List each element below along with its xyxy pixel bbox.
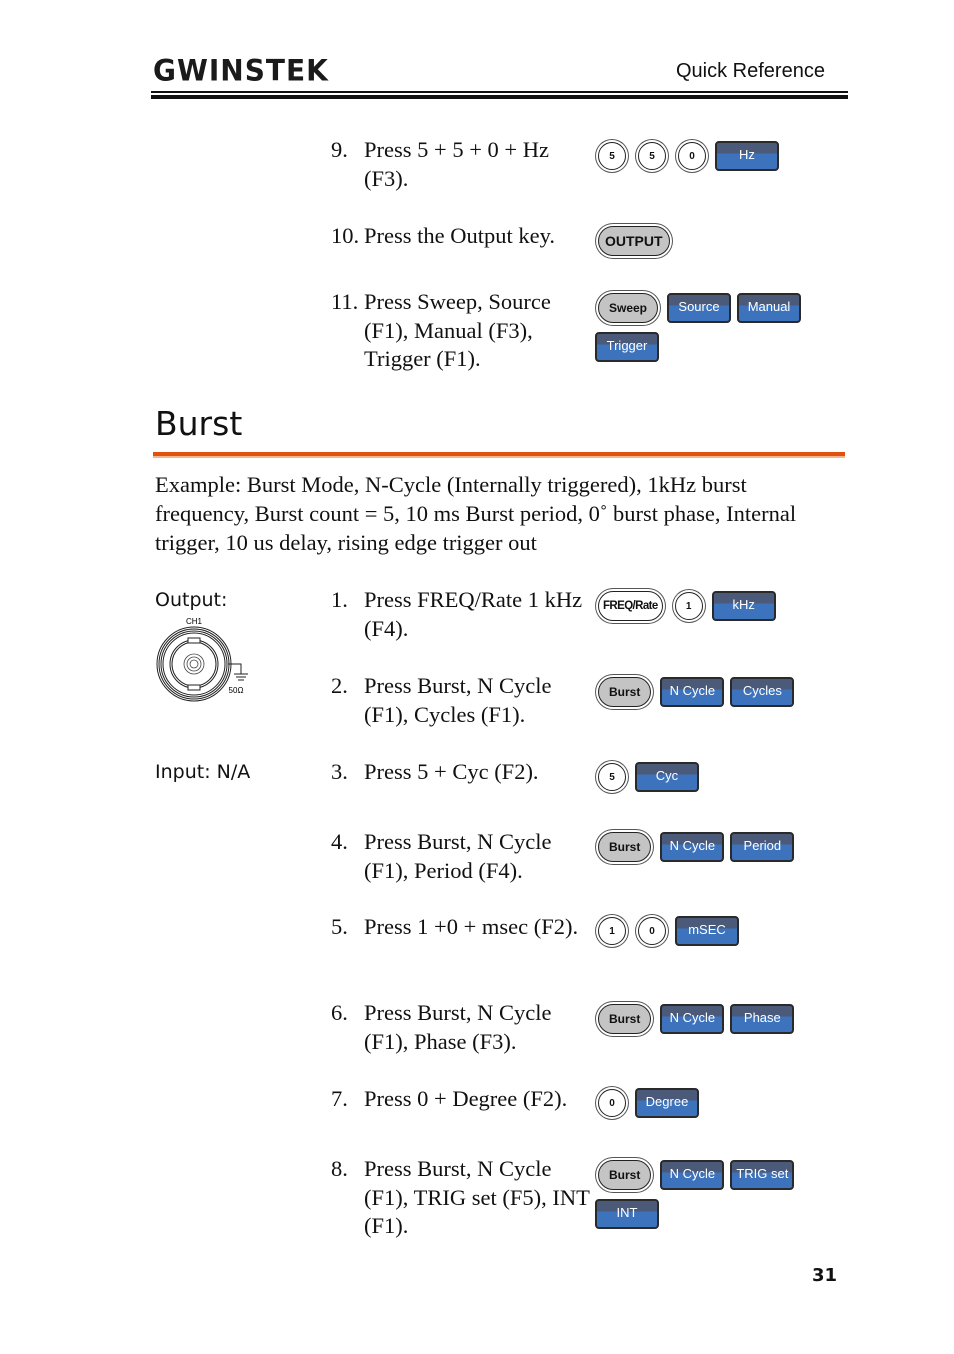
step-number: 5. [331,914,348,939]
softkey-n-cycle: N Cycle [660,677,725,707]
header-rule-thick [151,95,848,99]
number-key-1: 1 [674,592,703,620]
step-keys: Burst N Cycle TRIG set INT [595,1157,825,1235]
softkey-n-cycle: N Cycle [660,1160,725,1190]
step-text: Press the Output key. [364,223,556,248]
softkey-hz: Hz [715,141,779,171]
number-key-5: 5 [598,142,626,170]
step-number: 11. [331,289,359,314]
key-row: FREQ/Rate 1 kHz [595,588,825,624]
number-key-5: 5 [598,763,626,791]
bnc-connector-icon: CH1 50Ω [156,617,248,702]
step-keys: Burst N Cycle Phase [595,1001,825,1043]
key-row: 0 Degree [595,1086,825,1120]
step-text: Press FREQ/Rate 1 kHz (F4). [364,587,583,641]
key-row: Burst N Cycle Period [595,829,825,865]
key-burst: Burst [598,832,652,862]
header-rule-thin [151,91,848,93]
step-text: Press 5 + 5 + 0 + Hz (F3). [364,137,549,191]
key-row: OUTPUT [595,223,825,259]
step-number: 9. [331,137,348,162]
step-text: Press 0 + Degree (F2). [364,1086,568,1111]
softkey-n-cycle: N Cycle [660,832,725,862]
step-text: Press 1 +0 + msec (F2). [364,914,579,939]
step-keys: FREQ/Rate 1 kHz [595,588,825,630]
key-output: OUTPUT [598,226,670,256]
softkey-degree: Degree [635,1088,699,1118]
softkey-period: Period [730,832,795,862]
step-number: 3. [331,759,348,784]
key-row: Sweep Source Manual [595,290,825,326]
key-row: Burst N Cycle Phase [595,1001,825,1037]
example-description: Example: Burst Mode, N-Cycle (Internally… [155,472,797,555]
softkey-phase: Phase [730,1004,795,1034]
step-text: Press 5 + Cyc (F2). [364,759,539,784]
key-sweep: Sweep [598,293,659,323]
softkey-msec: mSEC [675,916,739,946]
page-number: 31 [812,1265,838,1286]
key-row: 5 5 0 Hz [595,139,825,173]
step-keys: Sweep Source Manual Trigger [595,290,825,368]
number-key-1: 1 [598,917,626,945]
step-text: Press Burst, N Cycle (F1), TRIG set (F5)… [364,1156,590,1238]
bnc-connector-diagram: CH1 50Ω [155,614,255,704]
section-header: Quick Reference [676,60,825,82]
number-key-5: 5 [638,142,666,170]
step-text: Press Burst, N Cycle (F1), Cycles (F1). [364,673,552,727]
step-keys: OUTPUT [595,223,825,265]
step-number: 2. [331,673,348,698]
section-title: Burst [155,404,243,443]
softkey-n-cycle: N Cycle [660,1004,725,1034]
step-keys: 1 0 mSEC [595,914,825,954]
step-keys: 5 Cyc [595,760,825,800]
key-row: 5 Cyc [595,760,825,794]
section-rule-shadow [153,456,845,458]
step-number: 1. [331,587,348,612]
channel-label: CH1 [186,617,203,626]
impedance-label: 50Ω [229,686,244,695]
key-burst: Burst [598,1004,652,1034]
input-label: Input: N/A [155,761,251,783]
step-keys: Burst N Cycle Period [595,829,825,871]
number-key-0: 0 [598,1089,626,1117]
step-text: Press Burst, N Cycle (F1), Phase (F3). [364,1000,552,1054]
softkey-trigger: Trigger [595,332,659,362]
key-burst: Burst [598,677,652,707]
step-keys: 5 5 0 Hz [595,139,825,179]
softkey-manual: Manual [737,293,802,323]
step-number: 10. [331,223,360,248]
output-label: Output: [155,589,228,611]
key-burst: Burst [598,1160,652,1190]
key-row: Burst N Cycle Cycles [595,674,825,710]
step-number: 4. [331,829,348,854]
step-text: Press Burst, N Cycle (F1), Period (F4). [364,829,552,883]
step-number: 6. [331,1000,348,1025]
softkey-cycles: Cycles [730,677,795,707]
step-text: Press Sweep, Source (F1), Manual (F3), T… [364,289,551,371]
softkey-int: INT [595,1199,659,1229]
softkey-trig-set: TRIG set [730,1160,795,1190]
number-key-0: 0 [638,917,666,945]
step-number: 8. [331,1156,348,1181]
key-row: 1 0 mSEC [595,914,825,948]
step-number: 7. [331,1086,348,1111]
softkey-khz: kHz [711,591,776,621]
number-key-0: 0 [678,142,706,170]
key-freq-rate: FREQ/Rate [598,591,663,621]
gwinstek-logo: GWINSTEK [153,53,329,88]
key-row: INT [595,1199,825,1229]
softkey-source: Source [667,293,732,323]
key-row: Trigger [595,332,825,362]
key-row: Burst N Cycle TRIG set [595,1157,825,1193]
step-keys: Burst N Cycle Cycles [595,674,825,716]
step-keys: 0 Degree [595,1086,825,1126]
softkey-cyc: Cyc [635,762,699,792]
